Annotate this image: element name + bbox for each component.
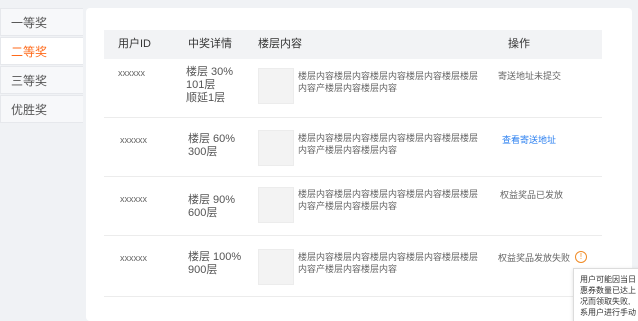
winners-panel: 用户ID 中奖详情 楼层内容 操作 xxxxxx 楼层 30% 101层 顺延1… [86, 8, 632, 321]
user-id: xxxxxx [118, 68, 145, 78]
status-text: 寄送地址未提交 [498, 71, 562, 81]
user-id: xxxxxx [120, 135, 147, 145]
table-row: xxxxxx 楼层 100% 900层 楼层内容楼层内容楼层内容楼层内容楼层楼层… [104, 237, 602, 297]
floor-thumbnail [258, 130, 294, 166]
tab-second-prize[interactable]: 二等奖 [0, 37, 83, 65]
detail-line: 楼层 30% [186, 66, 234, 78]
floor-thumbnail [258, 187, 294, 223]
tooltip-line: 况而领取失败, [580, 297, 631, 306]
table-header: 用户ID 中奖详情 楼层内容 操作 [104, 30, 602, 59]
floor-thumbnail [258, 68, 294, 104]
detail-line: 900层 [188, 264, 218, 276]
floor-thumbnail [258, 249, 294, 285]
prize-detail: 楼层 60% 300层 [188, 133, 235, 159]
detail-line: 楼层 90% [188, 194, 236, 206]
user-id: xxxxxx [120, 194, 147, 204]
detail-line: 顺延1层 [186, 92, 226, 104]
table-row: xxxxxx 楼层 30% 101层 顺延1层 楼层内容楼层内容楼层内容楼层内容… [104, 60, 602, 118]
header-user-id: 用户ID [118, 38, 151, 50]
detail-line: 101层 [186, 79, 216, 91]
tab-excellence-prize[interactable]: 优胜奖 [0, 95, 83, 123]
table-row: xxxxxx 楼层 90% 600层 楼层内容楼层内容楼层内容楼层内容楼层楼层内… [104, 178, 602, 236]
prize-detail: 楼层 100% 900层 [188, 251, 241, 277]
tooltip-line: 系用户进行手动 [580, 308, 636, 317]
floor-content: 楼层内容楼层内容楼层内容楼层内容楼层楼层内容产楼层内容楼层内容 [298, 252, 479, 274]
detail-line: 楼层 60% [188, 133, 236, 145]
view-shipping-address-link[interactable]: 查看寄送地址 [502, 133, 556, 146]
tab-first-prize[interactable]: 一等奖 [0, 8, 83, 36]
detail-line: 600层 [188, 207, 218, 219]
floor-content: 楼层内容楼层内容楼层内容楼层内容楼层楼层内容产楼层内容楼层内容 [298, 189, 479, 211]
floor-content: 楼层内容楼层内容楼层内容楼层内容楼层楼层内容产楼层内容楼层内容 [298, 71, 479, 93]
tooltip-line: 用户可能因当日 [580, 275, 636, 284]
prize-detail: 楼层 90% 600层 [188, 194, 235, 220]
header-floor-content: 楼层内容 [258, 38, 302, 50]
detail-line: 300层 [188, 146, 218, 158]
header-prize-detail: 中奖详情 [188, 38, 232, 50]
status-text: 权益奖品已发放 [500, 190, 564, 200]
header-operation: 操作 [508, 38, 530, 50]
info-icon[interactable]: ! [575, 251, 587, 263]
prize-level-tabs: 一等奖 二等奖 三等奖 优胜奖 [0, 8, 83, 124]
tooltip-line: 惠券数量已达上 [580, 286, 636, 295]
floor-content: 楼层内容楼层内容楼层内容楼层内容楼层楼层内容产楼层内容楼层内容 [298, 133, 479, 155]
status-text: 权益奖品发放失败 [498, 253, 571, 263]
failure-reason-tooltip: 用户可能因当日 惠券数量已达上 况而领取失败, 系用户进行手动 [573, 268, 638, 321]
user-id: xxxxxx [120, 253, 147, 263]
tab-third-prize[interactable]: 三等奖 [0, 66, 83, 94]
table-row: xxxxxx 楼层 60% 300层 楼层内容楼层内容楼层内容楼层内容楼层楼层内… [104, 119, 602, 177]
detail-line: 楼层 100% [188, 251, 242, 263]
prize-detail: 楼层 30% 101层 顺延1层 [186, 66, 233, 105]
